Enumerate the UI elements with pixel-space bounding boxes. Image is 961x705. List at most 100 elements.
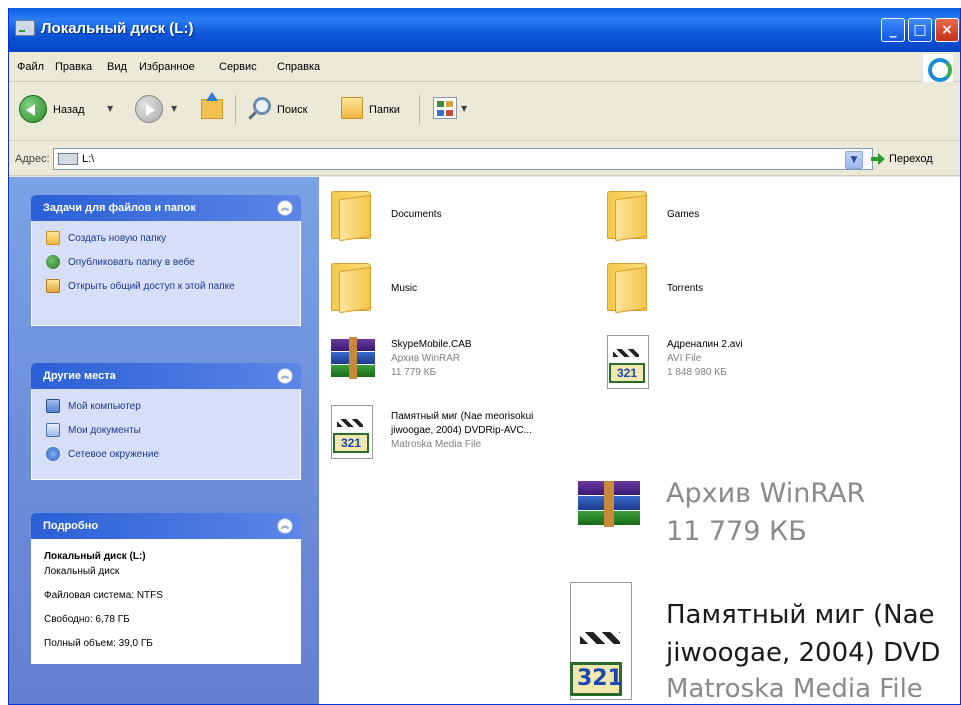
forward-dropdown-icon[interactable]: ▼ bbox=[171, 104, 177, 113]
zoomed-mkv-name-line1: Памятный миг (Nae bbox=[666, 600, 935, 630]
folder-item-torrents[interactable]: Torrents bbox=[607, 259, 807, 315]
menu-view[interactable]: Вид bbox=[107, 61, 127, 73]
file-tasks-body: Создать новую папку Опубликовать папку в… bbox=[31, 221, 301, 326]
new-folder-icon bbox=[46, 231, 60, 245]
place-label[interactable]: Сетевое окружение bbox=[68, 447, 288, 462]
panel-title: Другие места bbox=[43, 370, 116, 382]
back-arrow-icon[interactable] bbox=[19, 95, 47, 123]
item-name: Torrents bbox=[667, 283, 704, 294]
other-places-header[interactable]: Другие места ︽ bbox=[31, 363, 301, 389]
video-file-icon: 321 bbox=[331, 405, 375, 459]
toolbar: Назад ▼ ▼ Поиск Папки ▼ bbox=[9, 83, 960, 141]
panel-title: Подробно bbox=[43, 520, 99, 532]
place-label[interactable]: Мой компьютер bbox=[68, 399, 288, 414]
item-name: SkypeMobile.CAB bbox=[391, 339, 472, 350]
task-share-folder[interactable]: Открыть общий доступ к этой папке bbox=[32, 277, 300, 315]
menu-bar: Файл Правка Вид Избранное Сервис Справка bbox=[9, 52, 960, 82]
network-icon bbox=[46, 447, 60, 461]
zoomed-video-icon: 321 bbox=[570, 582, 640, 702]
winrar-archive-icon bbox=[331, 337, 375, 379]
search-icon[interactable] bbox=[253, 97, 271, 115]
zoomed-rar-type: Архив WinRAR bbox=[666, 478, 866, 509]
file-item-memory-mkv[interactable]: 321 Памятный миг (Nae meorisokui jiwooga… bbox=[331, 405, 611, 465]
title-bar[interactable]: Локальный диск (L:) _ □ × bbox=[9, 8, 960, 52]
task-label[interactable]: Открыть общий доступ к этой папке bbox=[68, 279, 288, 294]
file-item-adrenaline[interactable]: 321 Адреналин 2.avi AVI File 1 848 980 К… bbox=[607, 335, 847, 391]
item-size: 1 848 980 КБ bbox=[667, 367, 727, 378]
place-my-documents[interactable]: Мои документы bbox=[32, 421, 300, 445]
folder-icon bbox=[607, 259, 651, 314]
toolbar-separator bbox=[419, 95, 420, 125]
address-dropdown-button[interactable]: ▼ bbox=[845, 151, 863, 169]
windows-logo-icon bbox=[923, 54, 953, 82]
go-button-label[interactable]: Переход bbox=[889, 153, 933, 165]
address-value[interactable]: L:\ bbox=[82, 153, 94, 165]
place-network[interactable]: Сетевое окружение bbox=[32, 445, 300, 469]
place-my-computer[interactable]: Мой компьютер bbox=[32, 397, 300, 421]
go-arrow-icon[interactable] bbox=[871, 153, 885, 165]
details-free-space: Свободно: 6,78 ГБ bbox=[44, 614, 130, 625]
collapse-icon[interactable]: ︽ bbox=[277, 518, 293, 534]
back-dropdown-icon[interactable]: ▼ bbox=[107, 104, 113, 113]
address-bar: Адрес: L:\ ▼ Переход bbox=[9, 142, 960, 176]
folder-item-games[interactable]: Games bbox=[607, 187, 807, 243]
details-filesystem: Файловая система: NTFS bbox=[44, 590, 163, 601]
share-folder-icon bbox=[46, 279, 60, 293]
item-name: Music bbox=[391, 283, 418, 294]
item-size: 11 779 КБ bbox=[391, 367, 437, 378]
menu-tools[interactable]: Сервис bbox=[219, 61, 257, 73]
folder-item-music[interactable]: Music bbox=[331, 259, 531, 315]
minimize-button[interactable]: _ bbox=[881, 18, 905, 42]
file-tasks-panel: Задачи для файлов и папок ︽ Создать нову… bbox=[31, 195, 301, 326]
task-new-folder[interactable]: Создать новую папку bbox=[32, 229, 300, 253]
folders-icon[interactable] bbox=[341, 97, 363, 119]
views-icon[interactable] bbox=[433, 97, 457, 119]
details-body: Локальный диск (L:) Локальный диск Файло… bbox=[31, 539, 301, 664]
menu-edit[interactable]: Правка bbox=[55, 61, 92, 73]
file-tasks-header[interactable]: Задачи для файлов и папок ︽ bbox=[31, 195, 301, 221]
item-name: Games bbox=[667, 209, 700, 220]
my-documents-icon bbox=[46, 423, 60, 437]
item-type: AVI File bbox=[667, 353, 702, 364]
menu-favorites[interactable]: Избранное bbox=[139, 61, 195, 73]
item-name: jiwoogae, 2004) DVDRip-AVC... bbox=[391, 425, 532, 436]
address-label: Адрес: bbox=[15, 153, 50, 165]
item-name: Documents bbox=[391, 209, 442, 220]
drive-icon bbox=[15, 20, 35, 36]
back-button-label[interactable]: Назад bbox=[53, 104, 85, 116]
panel-title: Задачи для файлов и папок bbox=[43, 202, 196, 214]
task-label[interactable]: Создать новую папку bbox=[68, 231, 288, 246]
address-field[interactable]: L:\ bbox=[53, 148, 873, 170]
collapse-icon[interactable]: ︽ bbox=[277, 368, 293, 384]
place-label[interactable]: Мои документы bbox=[68, 423, 288, 438]
item-type: Архив WinRAR bbox=[391, 353, 461, 364]
item-type: Matroska Media File bbox=[391, 439, 482, 450]
item-name: Памятный миг (Nae meorisokui bbox=[391, 411, 534, 422]
menu-file[interactable]: Файл bbox=[17, 61, 44, 73]
zoomed-mkv-type: Matroska Media File bbox=[666, 674, 923, 704]
details-type: Локальный диск bbox=[44, 566, 120, 577]
search-button-label[interactable]: Поиск bbox=[277, 104, 307, 116]
details-total-size: Полный объем: 39,0 ГБ bbox=[44, 638, 153, 649]
folder-item-documents[interactable]: Documents bbox=[331, 187, 531, 243]
folder-up-icon[interactable] bbox=[201, 92, 223, 119]
file-item-skypemobile[interactable]: SkypeMobile.CAB Архив WinRAR 11 779 КБ bbox=[331, 335, 571, 385]
item-name: Адреналин 2.avi bbox=[667, 339, 743, 350]
video-file-icon: 321 bbox=[607, 335, 651, 389]
task-label[interactable]: Опубликовать папку в вебе bbox=[68, 255, 288, 270]
folder-icon bbox=[331, 187, 375, 242]
close-button[interactable]: × bbox=[935, 18, 959, 42]
toolbar-separator bbox=[235, 95, 236, 125]
forward-arrow-icon[interactable] bbox=[135, 95, 163, 123]
zoomed-mkv-name-line2: jiwoogae, 2004) DVD bbox=[666, 638, 941, 668]
task-pane: Задачи для файлов и папок ︽ Создать нову… bbox=[9, 177, 319, 704]
views-dropdown-icon[interactable]: ▼ bbox=[461, 104, 467, 113]
folders-button-label[interactable]: Папки bbox=[369, 104, 400, 116]
task-publish-web[interactable]: Опубликовать папку в вебе bbox=[32, 253, 300, 277]
maximize-button[interactable]: □ bbox=[908, 18, 932, 42]
my-computer-icon bbox=[46, 399, 60, 413]
drive-icon bbox=[58, 153, 78, 165]
details-header[interactable]: Подробно ︽ bbox=[31, 513, 301, 539]
collapse-icon[interactable]: ︽ bbox=[277, 200, 293, 216]
menu-help[interactable]: Справка bbox=[277, 61, 320, 73]
